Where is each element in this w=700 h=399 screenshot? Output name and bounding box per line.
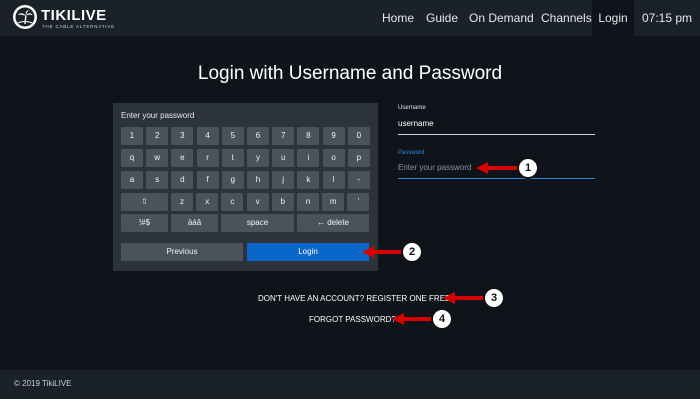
keyboard-key[interactable]: e — [171, 149, 194, 167]
callout-arrow-1 — [476, 162, 520, 174]
top-navbar: TIKILIVE THE CABLE ALTERNATIVE Home Guid… — [0, 0, 700, 36]
nav-login[interactable]: Login — [592, 0, 634, 36]
keyboard-key[interactable]: w — [146, 149, 169, 167]
keyboard-key[interactable]: !#$ — [121, 214, 168, 232]
keyboard-key[interactable]: space — [221, 214, 294, 232]
keyboard-key[interactable]: 6 — [247, 127, 269, 145]
keyboard-key[interactable]: 4 — [196, 127, 219, 145]
keyboard-key[interactable]: 1 — [121, 127, 143, 145]
previous-button[interactable]: Previous — [121, 243, 243, 261]
keyboard-key[interactable]: d — [171, 171, 194, 189]
forgot-password-link[interactable]: FORGOT PASSWORD? — [309, 315, 396, 324]
keyboard-key[interactable]: o — [322, 149, 345, 167]
keyboard-key[interactable]: l — [322, 171, 345, 189]
nav-home[interactable]: Home — [382, 0, 414, 36]
nav-guide[interactable]: Guide — [426, 0, 458, 36]
copyright-text: © 2019 TikiLIVE — [14, 379, 72, 388]
keyboard-key[interactable]: 5 — [221, 127, 244, 145]
nav-channels[interactable]: Channels — [541, 0, 592, 36]
nav-on-demand[interactable]: On Demand — [469, 0, 534, 36]
clock-time: 07:15 pm — [642, 11, 693, 25]
keyboard-key[interactable]: 8 — [297, 127, 320, 145]
footer: © 2019 TikiLIVE — [0, 370, 700, 399]
callout-badge-1: 1 — [517, 157, 539, 179]
logo-tagline: THE CABLE ALTERNATIVE — [42, 24, 115, 29]
callout-arrow-3 — [443, 292, 487, 304]
palm-tree-icon — [13, 5, 37, 29]
keyboard-key[interactable]: t — [221, 149, 244, 167]
keyboard-key[interactable]: y — [247, 149, 269, 167]
keyboard-label: Enter your password — [121, 111, 195, 120]
keyboard-key[interactable]: 2 — [146, 127, 169, 145]
keyboard-key[interactable]: c — [221, 193, 244, 211]
keyboard-key[interactable]: r — [196, 149, 219, 167]
keyboard-key[interactable]: i — [297, 149, 320, 167]
keyboard-key[interactable]: q — [121, 149, 143, 167]
keyboard-key[interactable]: u — [272, 149, 295, 167]
callout-badge-4: 4 — [431, 308, 453, 330]
keyboard-key[interactable]: n — [297, 193, 319, 211]
keyboard-key[interactable]: ⇧ — [121, 193, 168, 211]
keyboard-key[interactable]: x — [196, 193, 219, 211]
keyboard-key[interactable]: a — [121, 171, 143, 189]
keyboard-key[interactable]: g — [221, 171, 244, 189]
keyboard-key[interactable]: àáâ — [171, 214, 218, 232]
keyboard-key[interactable]: - — [347, 171, 370, 189]
callout-badge-3: 3 — [483, 287, 505, 309]
callout-arrow-2 — [362, 246, 404, 258]
keyboard-key[interactable]: b — [271, 193, 294, 211]
keyboard-key[interactable]: j — [272, 171, 295, 189]
keyboard-key[interactable]: h — [247, 171, 269, 189]
page-title: Login with Username and Password — [197, 63, 503, 84]
callout-badge-2: 2 — [401, 241, 423, 263]
logo-text: TIKILIVE — [41, 7, 107, 24]
username-label: Username — [398, 105, 426, 111]
keyboard-key[interactable]: p — [347, 149, 370, 167]
keyboard-key[interactable]: v — [246, 193, 269, 211]
keyboard-key[interactable]: 7 — [272, 127, 295, 145]
username-underline — [398, 134, 595, 135]
callout-arrow-4 — [392, 313, 434, 325]
keyboard-key[interactable]: z — [171, 193, 193, 211]
tikilive-logo[interactable]: TIKILIVE THE CABLE ALTERNATIVE — [13, 5, 115, 31]
keyboard-key[interactable]: 3 — [171, 127, 194, 145]
keyboard-key[interactable]: 9 — [322, 127, 345, 145]
keyboard-key[interactable]: ← delete — [297, 214, 369, 232]
register-link[interactable]: DON'T HAVE AN ACCOUNT? REGISTER ONE FREE — [258, 294, 450, 303]
keyboard-key[interactable]: k — [297, 171, 320, 189]
keyboard-key[interactable]: m — [322, 193, 345, 211]
keyboard-key[interactable]: f — [196, 171, 219, 189]
keyboard-key[interactable]: 0 — [347, 127, 370, 145]
login-button[interactable]: Login — [247, 243, 369, 261]
keyboard-key[interactable]: ' — [347, 193, 370, 211]
password-field[interactable]: Enter your password — [398, 163, 471, 172]
keyboard-key[interactable]: s — [146, 171, 169, 189]
password-underline — [398, 178, 595, 179]
password-label: Password — [398, 150, 425, 156]
username-field[interactable]: username — [398, 119, 434, 128]
